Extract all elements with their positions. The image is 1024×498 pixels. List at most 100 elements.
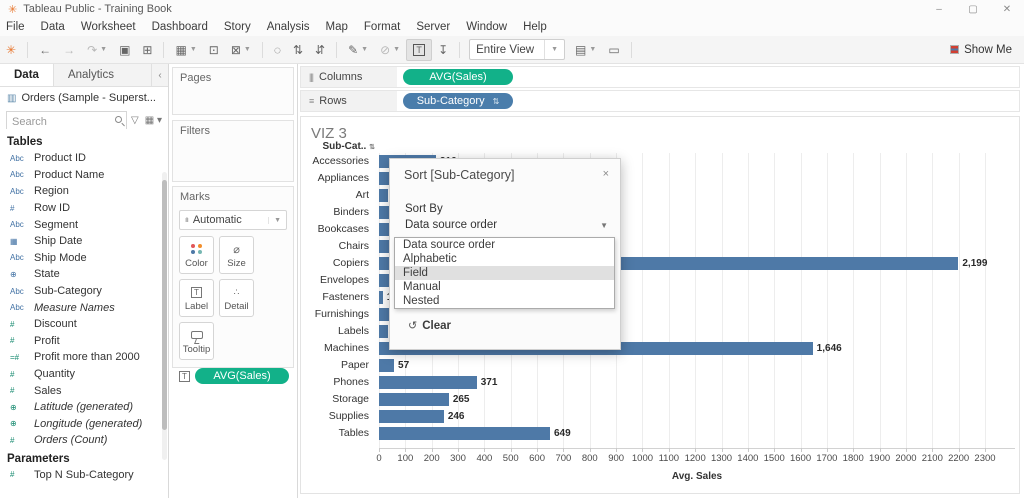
data-source-icon: ▥ xyxy=(7,93,16,104)
new-data-source-icon[interactable]: ⊞ xyxy=(136,39,158,61)
row-header[interactable]: Sub-Cat.. ⇅ xyxy=(301,141,375,152)
mark-type-select[interactable]: ıIı Automatic ▼ xyxy=(179,210,287,230)
menu-help[interactable]: Help xyxy=(515,21,555,33)
field-ship-mode[interactable]: AbcShip Mode xyxy=(0,250,168,267)
tableau-logo-icon[interactable]: ✳ xyxy=(0,39,22,61)
field-ship-date[interactable]: ▦Ship Date xyxy=(0,233,168,250)
x-tick-label: 1100 xyxy=(659,453,679,464)
bar-supplies[interactable] xyxy=(379,410,444,423)
x-tick-label: 2300 xyxy=(974,453,995,464)
tick-mark xyxy=(405,448,406,452)
menu-data[interactable]: Data xyxy=(33,21,73,33)
detail-button[interactable]: ∴Detail xyxy=(219,279,254,317)
field-latitude-generated-[interactable]: ⊕Latitude (generated) xyxy=(0,399,168,416)
columns-pill-avg-sales[interactable]: AVG(Sales) xyxy=(403,69,513,85)
replay-icon[interactable]: ↷▼ xyxy=(81,39,113,61)
columns-shelf[interactable]: ||| Columns AVG(Sales) xyxy=(300,66,1020,88)
chevron-down-icon: ▼ xyxy=(544,40,558,59)
field-orders-count-[interactable]: #Orders (Count) xyxy=(0,432,168,449)
close-button[interactable]: ✕ xyxy=(990,4,1024,15)
sort-option-field[interactable]: Field xyxy=(395,266,614,280)
field-profit[interactable]: #Profit xyxy=(0,333,168,350)
field-longitude-generated-[interactable]: ⊕Longitude (generated) xyxy=(0,416,168,433)
bar-paper[interactable] xyxy=(379,359,394,372)
save-icon[interactable]: ▣ xyxy=(113,39,136,61)
field-quantity[interactable]: #Quantity xyxy=(0,366,168,383)
sort-option-alphabetic[interactable]: Alphabetic xyxy=(395,252,614,266)
bar-labels[interactable] xyxy=(379,325,388,338)
x-tick-label: 0 xyxy=(376,453,381,464)
fit-select[interactable]: Entire View ▼ xyxy=(469,39,565,60)
field-measure-names[interactable]: AbcMeasure Names xyxy=(0,299,168,316)
data-source-item[interactable]: ▥ Orders (Sample - Superst... xyxy=(0,87,168,109)
menu-dashboard[interactable]: Dashboard xyxy=(144,21,216,33)
menu-worksheet[interactable]: Worksheet xyxy=(73,21,144,33)
label-button[interactable]: TLabel xyxy=(179,279,214,317)
highlight-icon[interactable]: ✎▼ xyxy=(342,39,374,61)
marks-pill-avg-sales[interactable]: AVG(Sales) xyxy=(195,368,289,384)
field-discount[interactable]: #Discount xyxy=(0,316,168,333)
redo-icon[interactable]: → xyxy=(57,39,81,61)
field-sub-category[interactable]: AbcSub-Category xyxy=(0,283,168,300)
sort-option-data-source-order[interactable]: Data source order xyxy=(395,238,614,252)
fix-axes-icon[interactable]: ↧ xyxy=(432,39,454,61)
menu-window[interactable]: Window xyxy=(458,21,515,33)
scrollbar-thumb[interactable] xyxy=(162,180,167,430)
bar-storage[interactable] xyxy=(379,393,449,406)
tableau-window: ✳ Tableau Public - Training Book – ▢ ✕ F… xyxy=(0,0,1024,498)
collapse-pane-icon[interactable]: ‹ xyxy=(152,64,168,86)
clear-sort-button[interactable]: ↺ Clear xyxy=(408,319,451,332)
sort-ascending-icon[interactable]: ⇅ xyxy=(287,39,309,61)
bar-tables[interactable] xyxy=(379,427,550,440)
rows-pill-sub-category[interactable]: Sub-Category ⇅ xyxy=(403,93,513,109)
show-hide-cards-icon[interactable]: ▤▼ xyxy=(569,39,602,61)
new-worksheet-icon[interactable]: ▦▼ xyxy=(169,39,202,61)
pause-auto-updates-icon[interactable]: ◌ xyxy=(268,39,287,61)
data-pane: Data Analytics ‹ ▥ Orders (Sample - Supe… xyxy=(0,64,169,498)
filter-fields-icon[interactable]: ▽ xyxy=(127,115,143,126)
field-product-id[interactable]: AbcProduct ID xyxy=(0,150,168,167)
color-button[interactable]: Color xyxy=(179,236,214,274)
view-options-icon[interactable]: ▦ ▾ xyxy=(143,115,164,126)
menu-story[interactable]: Story xyxy=(216,21,259,33)
undo-icon[interactable]: ← xyxy=(33,39,57,61)
bar-art[interactable] xyxy=(379,189,388,202)
menu-server[interactable]: Server xyxy=(408,21,458,33)
duplicate-sheet-icon[interactable]: ⊡ xyxy=(203,39,225,61)
show-me-button[interactable]: Show Me xyxy=(950,44,1012,56)
clear-sheet-icon[interactable]: ⊠▼ xyxy=(225,39,257,61)
tab-data[interactable]: Data xyxy=(0,64,54,86)
restore-button[interactable]: ▢ xyxy=(956,4,990,15)
menu-map[interactable]: Map xyxy=(318,21,356,33)
rows-shelf[interactable]: ≡ Rows Sub-Category ⇅ xyxy=(300,90,1020,112)
field-profit-more-than-2000[interactable]: =#Profit more than 2000 xyxy=(0,349,168,366)
field-segment[interactable]: AbcSegment xyxy=(0,216,168,233)
field-top-n-sub-category[interactable]: #Top N Sub-Category xyxy=(0,467,168,484)
pages-shelf[interactable]: Pages xyxy=(172,67,294,115)
size-button[interactable]: ⌀Size xyxy=(219,236,254,274)
sort-by-dropdown[interactable]: Data source order ▼ xyxy=(405,219,608,231)
sort-option-manual[interactable]: Manual xyxy=(395,280,614,294)
minimize-button[interactable]: – xyxy=(922,4,956,15)
bar-phones[interactable] xyxy=(379,376,477,389)
field-row-id[interactable]: #Row ID xyxy=(0,200,168,217)
tooltip-button[interactable]: Tooltip xyxy=(179,322,214,360)
bar-fasteners[interactable] xyxy=(379,291,383,304)
search-input[interactable] xyxy=(7,114,126,130)
field-sales[interactable]: #Sales xyxy=(0,382,168,399)
menu-analysis[interactable]: Analysis xyxy=(259,21,318,33)
dialog-close-icon[interactable]: × xyxy=(600,168,612,180)
show-mark-labels-icon[interactable]: T xyxy=(406,39,432,61)
field-region[interactable]: AbcRegion xyxy=(0,183,168,200)
sort-option-nested[interactable]: Nested xyxy=(395,294,614,308)
field-state[interactable]: ⊕State xyxy=(0,266,168,283)
sort-descending-icon[interactable]: ⇵ xyxy=(309,39,331,61)
presentation-mode-icon[interactable]: ▭ xyxy=(602,39,625,61)
menu-file[interactable]: File xyxy=(0,21,33,33)
field-product-name[interactable]: AbcProduct Name xyxy=(0,167,168,184)
scrollbar[interactable] xyxy=(162,172,167,460)
group-members-icon[interactable]: ⊘▼ xyxy=(374,39,406,61)
tab-analytics[interactable]: Analytics xyxy=(54,64,152,86)
menu-format[interactable]: Format xyxy=(356,21,408,33)
filters-shelf[interactable]: Filters xyxy=(172,120,294,182)
